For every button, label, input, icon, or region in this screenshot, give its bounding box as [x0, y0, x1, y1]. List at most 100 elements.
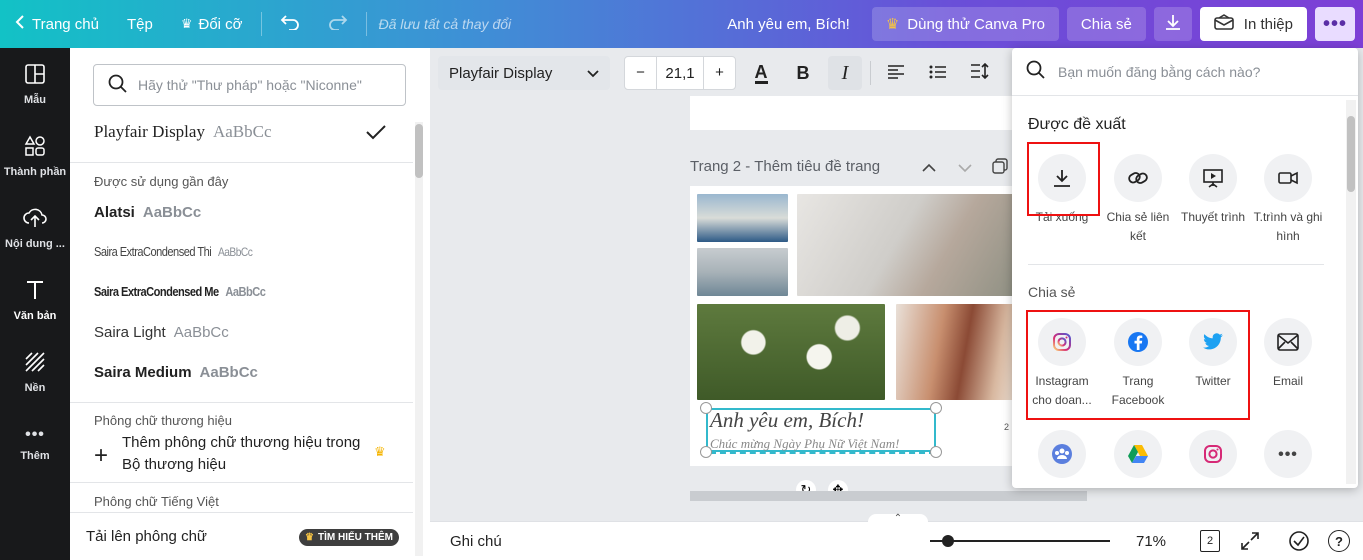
- font-option[interactable]: Saira ExtraCondensed Thi AaBbCc: [94, 244, 253, 259]
- check-circle-icon[interactable]: [1288, 530, 1310, 556]
- font-search-input[interactable]: Hãy thử "Thư pháp" hoặc "Niconne": [93, 64, 406, 106]
- page-count-button[interactable]: 2: [1200, 530, 1220, 552]
- zoom-value[interactable]: 71%: [1136, 533, 1166, 550]
- page-1-preview[interactable]: [690, 96, 1040, 130]
- list-button[interactable]: [921, 56, 955, 90]
- font-size-value[interactable]: 21,1: [657, 65, 703, 82]
- text-color-button[interactable]: A: [744, 56, 778, 90]
- page-2[interactable]: Anh yêu em, Bích! Chúc mừng Ngày Phụ Nữ …: [690, 186, 1020, 466]
- elements-icon: [24, 134, 46, 160]
- instagram-option[interactable]: [1175, 430, 1251, 484]
- resize-handle[interactable]: [700, 402, 712, 414]
- more-icon: •••: [1264, 430, 1312, 478]
- scroll-thumb[interactable]: [415, 124, 423, 178]
- more-share-option[interactable]: •••: [1250, 430, 1326, 484]
- upload-font-link[interactable]: Tải lên phông chữ: [86, 528, 207, 545]
- download-button[interactable]: [1153, 7, 1192, 41]
- file-menu[interactable]: Tệp: [113, 0, 167, 48]
- save-status: Đã lưu tất cả thay đổi: [378, 16, 512, 32]
- chevron-up-icon[interactable]: [922, 160, 936, 178]
- spacing-button[interactable]: [963, 56, 997, 90]
- chevron-up-icon[interactable]: ⌃: [868, 514, 928, 524]
- font-panel-scrollbar[interactable]: [415, 122, 423, 556]
- chevron-down-icon[interactable]: [958, 160, 972, 178]
- font-family-select[interactable]: Playfair Display: [438, 56, 610, 90]
- nav-uploads[interactable]: Nội dung ...: [0, 192, 70, 264]
- resize-label: Đổi cỡ: [198, 15, 243, 33]
- share-button[interactable]: Chia sẻ: [1066, 7, 1146, 41]
- chevron-left-icon: [14, 14, 26, 34]
- nav-label: Thành phần: [3, 165, 67, 178]
- google-drive-option[interactable]: [1100, 430, 1176, 484]
- notes-button[interactable]: Ghi chú: [450, 533, 502, 550]
- font-option[interactable]: Saira Medium AaBbCc: [94, 364, 258, 381]
- duplicate-page-icon[interactable]: [992, 158, 1008, 179]
- group-option[interactable]: [1024, 430, 1100, 484]
- home-button[interactable]: Trang chủ: [0, 0, 113, 48]
- photo-feet[interactable]: [697, 248, 788, 296]
- nav-text[interactable]: Văn bản: [0, 264, 70, 336]
- photo-kiss[interactable]: [896, 304, 1020, 400]
- present-icon: [1189, 154, 1237, 202]
- nav-templates[interactable]: Mẫu: [0, 48, 70, 120]
- bold-icon: B: [796, 62, 810, 83]
- nav-label: Nội dung ...: [5, 237, 65, 250]
- heading-text[interactable]: Anh yêu em, Bích!: [710, 408, 864, 433]
- bold-button[interactable]: B: [786, 56, 820, 90]
- fullscreen-icon[interactable]: [1240, 531, 1260, 555]
- horizontal-scrollbar[interactable]: [690, 491, 1087, 501]
- more-options-button[interactable]: •••: [1315, 7, 1355, 41]
- plus-icon: +: [94, 442, 109, 469]
- resize-handle[interactable]: [700, 446, 712, 458]
- resize-handle[interactable]: [930, 402, 942, 414]
- subheading-text[interactable]: Chúc mừng Ngày Phụ Nữ Việt Nam!: [710, 436, 935, 454]
- font-name: Saira ExtraCondensed Thi: [94, 244, 212, 259]
- share-link-option[interactable]: Chia sẻ liên kết: [1100, 154, 1176, 246]
- text-icon: [24, 279, 46, 304]
- page-title[interactable]: Trang 2 - Thêm tiêu đề trang: [690, 158, 880, 175]
- present-option[interactable]: Thuyết trình: [1175, 154, 1251, 227]
- design-title[interactable]: Anh yêu em, Bích!: [727, 16, 850, 33]
- increase-size-button[interactable]: +: [703, 57, 735, 89]
- divider: [365, 12, 367, 36]
- add-brand-font-button[interactable]: + Thêm phông chữ thương hiệu trong Bộ th…: [94, 432, 394, 476]
- zoom-slider-thumb[interactable]: [942, 535, 954, 547]
- font-option[interactable]: Alatsi AaBbCc: [94, 204, 201, 221]
- file-label: Tệp: [126, 15, 153, 33]
- print-card-button[interactable]: In thiệp: [1199, 7, 1307, 41]
- share-panel-scrollbar[interactable]: [1346, 100, 1356, 484]
- align-button[interactable]: [879, 56, 913, 90]
- scroll-thumb[interactable]: [1347, 116, 1355, 192]
- redo-button[interactable]: [314, 0, 362, 48]
- try-pro-button[interactable]: ♛ Dùng thử Canva Pro: [871, 7, 1059, 41]
- learn-more-badge[interactable]: ♛ TÌM HIỂU THÊM: [299, 529, 399, 546]
- font-option-current[interactable]: Playfair Display AaBbCc: [94, 122, 272, 142]
- font-size-stepper[interactable]: − 21,1 +: [624, 56, 736, 90]
- add-brand-font-line2: Bộ thương hiệu: [122, 456, 227, 473]
- undo-button[interactable]: [266, 0, 314, 48]
- font-option[interactable]: Saira Light AaBbCc: [94, 324, 229, 341]
- photo-holding-hands[interactable]: [797, 194, 1020, 296]
- present-record-option[interactable]: T.trình và ghi hình: [1250, 154, 1326, 246]
- page-count: 2: [1206, 535, 1214, 547]
- print-icon: [1213, 14, 1234, 34]
- nav-label: Văn bản: [13, 309, 57, 322]
- share-search-input[interactable]: Bạn muốn đăng bằng cách nào?: [1012, 48, 1358, 96]
- share-search-placeholder: Bạn muốn đăng bằng cách nào?: [1058, 63, 1261, 80]
- zoom-slider[interactable]: [930, 535, 1110, 547]
- nav-background[interactable]: Nền: [0, 336, 70, 408]
- resize-button[interactable]: ♛ Đổi cỡ: [167, 0, 257, 48]
- help-icon[interactable]: ?: [1328, 530, 1350, 552]
- photo-daisies[interactable]: [697, 304, 885, 400]
- email-option[interactable]: Email: [1250, 318, 1326, 391]
- photo-champagne[interactable]: [697, 194, 788, 242]
- resize-handle[interactable]: [930, 446, 942, 458]
- chevron-down-icon: [587, 65, 599, 82]
- font-option[interactable]: Saira ExtraCondensed Me AaBbCc: [94, 284, 266, 299]
- italic-button[interactable]: I: [828, 56, 862, 90]
- nav-elements[interactable]: Thành phần: [0, 120, 70, 192]
- list-icon: [929, 63, 947, 84]
- nav-more[interactable]: ••• Thêm: [0, 408, 70, 480]
- decrease-size-button[interactable]: −: [625, 57, 657, 89]
- group-icon: [1038, 430, 1086, 478]
